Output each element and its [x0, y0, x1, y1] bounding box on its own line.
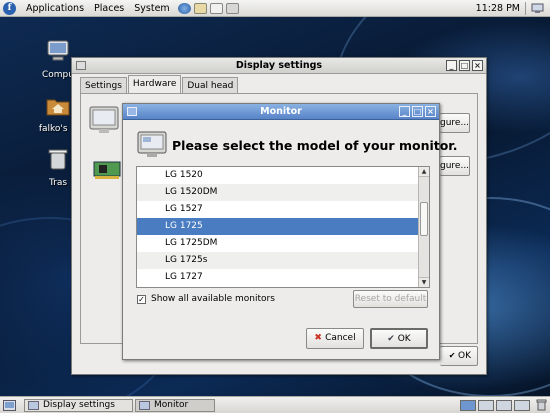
list-item[interactable]: LG 1520: [137, 167, 429, 184]
computer-icon: [47, 40, 69, 61]
workspace-4[interactable]: [514, 400, 530, 411]
home-folder-icon: [46, 99, 70, 116]
taskbar-monitor[interactable]: Monitor: [135, 399, 215, 412]
show-all-monitors-row[interactable]: ✓ Show all available monitors: [137, 294, 275, 304]
reset-to-default-button[interactable]: Reset to default: [353, 290, 428, 308]
configure-card-button[interactable]: gure...: [440, 156, 470, 176]
reset-label: Reset to default: [354, 294, 427, 304]
top-panel: f Applications Places System 11:28 PM: [0, 0, 550, 17]
email-launcher-icon[interactable]: [193, 2, 207, 14]
show-desktop-icon[interactable]: [3, 400, 16, 411]
bottom-panel: Display settings Monitor: [0, 396, 550, 413]
trash-applet-icon[interactable]: [536, 399, 547, 411]
dialog-heading: Please select the model of your monitor.: [172, 138, 458, 153]
display-settings-titlebar[interactable]: Display settings _ □ ×: [72, 58, 486, 74]
panel-separator: [525, 2, 526, 15]
window-title: Display settings: [235, 60, 323, 71]
cancel-button[interactable]: ✖ Cancel: [306, 328, 364, 349]
minimize-button[interactable]: _: [399, 106, 410, 117]
configure-monitor-button[interactable]: gure...: [440, 113, 470, 133]
show-all-label[interactable]: Show all available monitors: [151, 294, 275, 304]
maximize-button[interactable]: □: [412, 106, 423, 117]
window-menu-icon[interactable]: [76, 61, 86, 70]
task-label: Display settings: [43, 400, 115, 410]
monitor-hardware-icon: [89, 106, 119, 133]
dialog-title: Monitor: [260, 106, 302, 117]
configure-label: gure...: [440, 118, 470, 128]
trash-icon: [48, 149, 68, 170]
tab-hardware[interactable]: Hardware: [127, 75, 182, 94]
list-scrollbar[interactable]: ▲ ▼: [418, 167, 429, 287]
ok-button[interactable]: ✔ OK: [370, 328, 428, 349]
taskbar-display-settings[interactable]: Display settings: [24, 399, 133, 412]
monitor-dialog: Monitor _ □ × Please select the model of…: [122, 103, 457, 360]
ok-icon: ✔: [448, 351, 458, 360]
display-settings-ok-button[interactable]: ✔ OK: [440, 346, 478, 366]
clock[interactable]: 11:28 PM: [476, 0, 520, 17]
list-item[interactable]: LG 1527: [137, 201, 429, 218]
workspace-2[interactable]: [478, 400, 494, 411]
menu-system[interactable]: System: [129, 0, 174, 17]
ok-icon: ✔: [387, 334, 398, 344]
workspace-1[interactable]: [460, 400, 476, 411]
scroll-up-arrow-icon[interactable]: ▲: [419, 167, 429, 177]
list-item[interactable]: LG 1727: [137, 269, 429, 286]
monitor-icon: [137, 131, 167, 157]
web-browser-launcher-icon[interactable]: [177, 2, 191, 14]
close-button[interactable]: ×: [472, 60, 483, 71]
fedora-logo-icon[interactable]: f: [3, 1, 16, 15]
list-item[interactable]: LG 1725s: [137, 252, 429, 269]
network-status-icon[interactable]: [531, 3, 544, 14]
menu-places[interactable]: Places: [89, 0, 129, 17]
configure-label: gure...: [440, 161, 470, 171]
menu-applications[interactable]: Applications: [21, 0, 89, 17]
maximize-button[interactable]: □: [459, 60, 470, 71]
scroll-thumb[interactable]: [420, 202, 428, 236]
ok-label: OK: [458, 351, 471, 361]
monitor-model-list[interactable]: LG 1520 LG 1520DM LG 1527 LG 1725 LG 172…: [136, 166, 430, 288]
video-card-icon: [93, 161, 121, 179]
ok-label: OK: [397, 334, 411, 344]
editor-launcher-icon[interactable]: [225, 2, 239, 14]
monitor-task-icon: [139, 401, 150, 410]
cancel-label: Cancel: [325, 333, 356, 343]
monitor-dialog-titlebar[interactable]: Monitor _ □ ×: [123, 104, 439, 120]
minimize-button[interactable]: _: [446, 60, 457, 71]
close-button[interactable]: ×: [425, 106, 436, 117]
list-item[interactable]: LG 1520DM: [137, 184, 429, 201]
show-all-checkbox[interactable]: ✓: [137, 294, 146, 304]
task-label: Monitor: [154, 400, 189, 410]
notes-launcher-icon[interactable]: [209, 2, 223, 14]
workspace-3[interactable]: [496, 400, 512, 411]
list-item-selected[interactable]: LG 1725: [137, 218, 429, 235]
cancel-icon: ✖: [314, 333, 326, 343]
window-menu-icon[interactable]: [127, 107, 137, 116]
scroll-down-arrow-icon[interactable]: ▼: [419, 277, 429, 287]
display-settings-task-icon: [28, 401, 39, 410]
list-item[interactable]: LG 1725DM: [137, 235, 429, 252]
